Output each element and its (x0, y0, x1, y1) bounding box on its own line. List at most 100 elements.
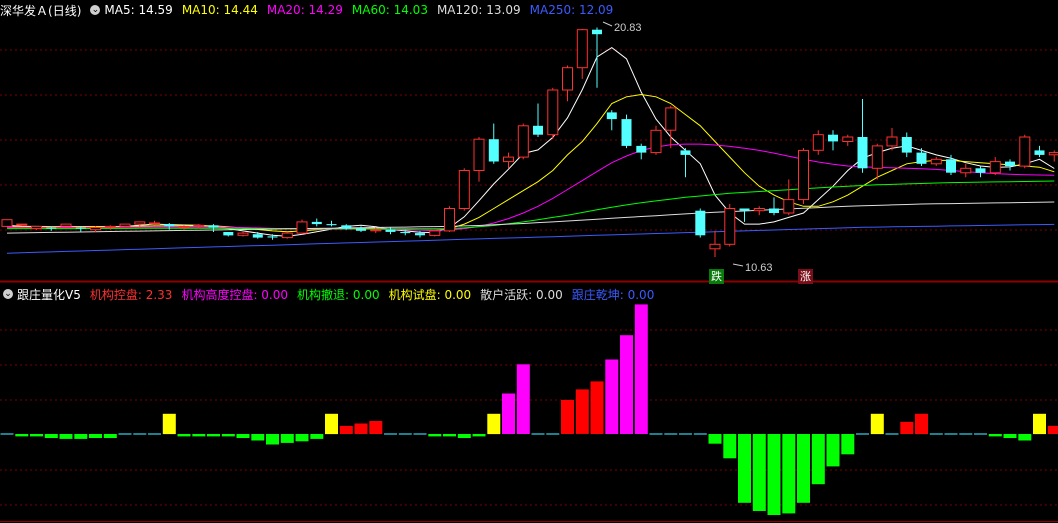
collapse-icon[interactable]: ⌄ (90, 5, 101, 15)
candle-body (473, 138, 485, 171)
indicator-bar-neutral (664, 433, 678, 435)
candle-body (458, 170, 470, 209)
candle-body (311, 221, 322, 225)
collapse-icon[interactable]: ⌄ (3, 289, 13, 299)
indicator-bar (369, 421, 383, 434)
main-chart-header: 深华发Ａ(日线) ⌄ MA5: 14.59 MA10: 14.44 MA20: 14… (0, 1, 622, 19)
candle-body (576, 29, 588, 69)
indicator-bar (443, 434, 456, 437)
indicator-bar-neutral (0, 433, 14, 435)
candle-body (326, 224, 337, 226)
candle-body (1005, 161, 1015, 167)
indicator-bar-neutral (885, 433, 899, 435)
ma-label-5: MA250: 12.09 (529, 3, 614, 17)
indicator-bar (207, 434, 220, 437)
candle-body (871, 145, 883, 169)
indicator-bar (236, 434, 250, 438)
stock-name: 深华发Ａ (0, 3, 49, 18)
indicator-bar (266, 434, 279, 445)
indicator-bar (251, 434, 265, 441)
indicator-bar (708, 434, 722, 444)
indicator-bar (487, 413, 501, 435)
indicator-bar (44, 434, 58, 438)
candle-body (164, 224, 175, 227)
indicator-bar-neutral (944, 433, 958, 435)
indicator-bar (502, 393, 515, 434)
indicator-bar (89, 434, 102, 438)
indicator-bar (15, 434, 29, 437)
ma10-line (7, 93, 1055, 233)
candle-body (930, 158, 942, 165)
indicator-bar (339, 425, 353, 434)
indicator-bar (841, 434, 855, 455)
candle-body (237, 232, 249, 236)
indicator-bar (162, 413, 176, 435)
candle-body (621, 119, 632, 146)
indicator-bar-neutral (546, 433, 560, 435)
indicator-bar (620, 335, 633, 434)
candle-body (975, 168, 986, 173)
candle-body (75, 227, 86, 229)
indicator-bar (354, 423, 368, 434)
indicator-bar (103, 434, 117, 438)
ma250-line (6, 223, 1055, 254)
candle-body (267, 236, 278, 238)
candle-body (1048, 152, 1058, 156)
indicator-bar-neutral (693, 433, 707, 435)
candle-body (606, 112, 617, 120)
indicator-bar (782, 434, 796, 514)
candle-body (60, 223, 72, 227)
indicator-bar (738, 434, 751, 503)
candle-body (842, 136, 854, 142)
price-annotations: 20.83 10.63 (602, 21, 773, 274)
candle-body (252, 234, 263, 238)
chart-canvas[interactable]: 20.83 10.63 (0, 0, 1058, 523)
indicator-bar-neutral (959, 433, 973, 435)
candle-body (370, 229, 382, 232)
candle-body (798, 149, 809, 201)
candle-body (709, 243, 721, 250)
candle-body (960, 167, 972, 174)
indicator-bar (723, 434, 737, 459)
indicator-label-0: 机构控盘: 2.33 (89, 287, 173, 302)
indicator-label-1: 机构高度控盘: 0.00 (181, 287, 289, 302)
candle-body (989, 161, 1001, 174)
ma-label-0: MA5: 14.59 (104, 3, 173, 17)
indicator-bar (59, 434, 73, 439)
sub-chart-header: ⌄ 跟庄量化V5 机构控盘: 2.33 机构高度控盘: 0.00 机构撤退: 0.0… (0, 285, 663, 303)
candle-body (562, 67, 573, 91)
low-price-label: 10.63 (745, 262, 773, 274)
candle-body (739, 208, 750, 211)
candle-body (104, 225, 116, 228)
candle-body (503, 156, 514, 163)
candle-body (1019, 136, 1031, 167)
candle-body (296, 221, 308, 234)
candle-body (149, 222, 160, 225)
ma20-line (7, 143, 1055, 231)
candle-body (724, 208, 736, 245)
indicator-bar (988, 434, 1002, 437)
candle-body (901, 137, 912, 153)
period-label: (日线) (48, 3, 82, 18)
ma-label-4: MA120: 13.09 (436, 3, 521, 17)
candle-body (90, 227, 101, 231)
indicator-bar (634, 304, 648, 434)
indicator-bar (811, 434, 825, 485)
candle-body (178, 225, 190, 228)
candle-body (946, 159, 956, 173)
indicator-bar (870, 413, 884, 435)
indicator-bar (561, 400, 574, 434)
candle-body (857, 137, 868, 169)
ma-label-2: MA20: 14.29 (266, 3, 343, 17)
indicator-label-3: 机构试盘: 0.00 (388, 287, 472, 302)
indicator-bar (428, 434, 442, 437)
sub-indicator-name[interactable]: 跟庄量化V5 (17, 286, 81, 303)
indicator-bar (457, 434, 471, 438)
candle-body (533, 125, 543, 135)
high-pointer (602, 21, 613, 27)
candle-body (31, 225, 42, 230)
stock-title[interactable]: 深华发Ａ(日线) (0, 2, 81, 19)
candle-body (444, 208, 455, 232)
candlesticks (1, 27, 1058, 257)
indicator-bar (30, 434, 43, 437)
